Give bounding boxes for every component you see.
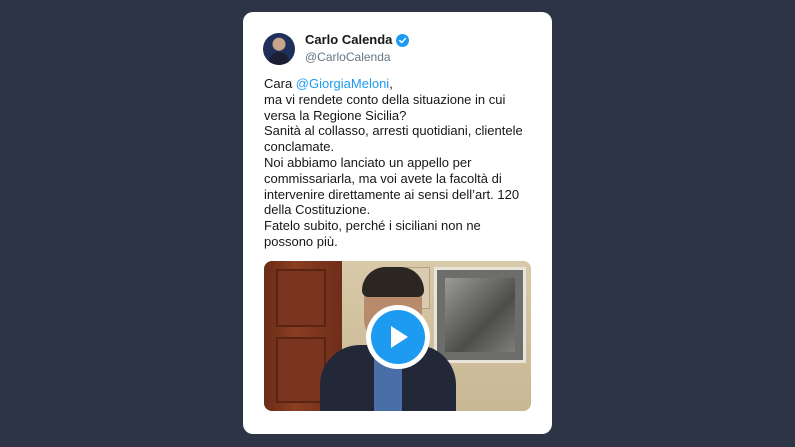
tweet-header: Carlo Calenda @CarloCalenda	[263, 32, 410, 65]
tweet-line: intervenire direttamente ai sensi dell’a…	[264, 186, 520, 202]
tweet-line: commissariarla, ma voi avete la facoltà …	[264, 170, 502, 186]
tweet-line: versa la Regione Sicilia?	[264, 107, 407, 123]
author-display-name[interactable]: Carlo Calenda	[305, 32, 392, 48]
tweet-line-suffix: ,	[389, 76, 393, 91]
play-button-inner	[371, 310, 425, 364]
framed-photo-inner	[445, 278, 515, 352]
verified-badge-icon	[396, 33, 410, 47]
person-hair	[362, 267, 424, 297]
tweet-line: Noi abbiamo lanciato un appello per	[264, 154, 472, 170]
play-button[interactable]	[366, 305, 430, 369]
tweet-line-prefix: Cara	[264, 76, 296, 91]
play-icon	[391, 326, 408, 348]
name-row: Carlo Calenda	[305, 32, 410, 48]
tweet-line: Cara @GiorgiaMeloni,	[264, 76, 539, 92]
tweet-line: Fatelo subito, perché i siciliani non ne	[264, 218, 481, 234]
tweet-line: ma vi rendete conto della situazione in …	[264, 91, 506, 107]
tweet-card: Carlo Calenda @CarloCalenda Cara @Giorgi…	[243, 12, 552, 434]
author-info: Carlo Calenda @CarloCalenda	[305, 32, 410, 65]
author-handle[interactable]: @CarloCalenda	[305, 49, 409, 65]
avatar[interactable]	[263, 32, 295, 65]
tweet-line: Sanità al collasso, arresti quotidiani, …	[264, 123, 523, 139]
tweet-text: Cara @GiorgiaMeloni, ma vi rendete conto…	[264, 76, 539, 250]
video-thumbnail[interactable]	[264, 261, 531, 411]
tweet-line: possono più.	[264, 233, 338, 249]
mention-link[interactable]: @GiorgiaMeloni	[296, 76, 389, 91]
framed-photo	[434, 267, 526, 363]
tweet-line: conclamate.	[264, 139, 335, 155]
tweet-line: della Costituzione.	[264, 202, 371, 218]
door-panel	[276, 269, 326, 327]
door-panel	[276, 337, 326, 403]
